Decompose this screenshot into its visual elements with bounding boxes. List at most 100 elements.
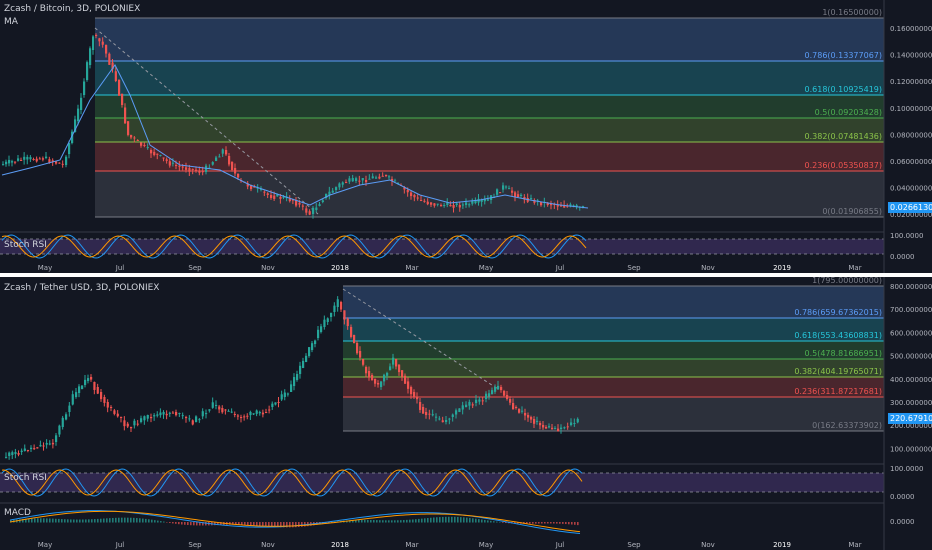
macd-histogram-bar [577,522,579,526]
btc-candle [263,191,266,193]
macd-histogram-bar [244,522,246,525]
macd-label[interactable]: MACD [4,508,31,518]
usd-candle [113,410,116,414]
usd-y-tick: 500.00000000 [890,353,932,361]
btc-candle [331,190,334,193]
usd-candle [566,426,569,428]
macd-histogram-bar [571,522,573,525]
usd-candle [401,370,404,378]
usd-candle [218,406,221,410]
usd-candle [143,416,146,421]
usd-chart-canvas[interactable]: 1(795.00000000) 0.786(659.67362015) 0.618(… [0,277,932,550]
usd-candle [280,394,283,400]
usd-candle [286,393,290,395]
usd-candle [178,413,181,415]
btc-candle [89,48,92,65]
usd-candle [201,411,204,417]
btc-candle [92,36,95,50]
btc-y-tick: 0.10000000 [890,105,932,113]
btc-candle [420,200,423,201]
btc-candle [124,107,127,124]
usd-x-tick: 2018 [331,541,349,549]
btc-stoch-rsi-label[interactable]: Stoch RSI [4,240,47,250]
usd-x-tick: Mar [848,541,861,549]
usd-candle [45,442,48,445]
usd-candle [123,420,126,427]
usd-candle [162,411,165,415]
usd-candle [548,426,551,428]
macd-histogram-bar [256,522,258,526]
macd-histogram-bar [112,517,114,523]
macd-histogram-bar [565,522,567,525]
btc-candle [201,171,204,173]
macd-histogram-bar [253,522,255,526]
btc-candle [273,195,276,199]
btc-fib-label-0.382: 0.382(0.07481436) [805,132,883,141]
btc-candle [279,196,282,199]
usd-candle [26,450,30,451]
btc-candle [11,161,14,163]
btc-candle [430,202,433,205]
macd-histogram-bar [163,521,165,523]
btc-candle [68,142,71,154]
macd-histogram-bar [103,518,105,523]
macd-histogram-bar [400,520,402,523]
btc-candle [101,41,104,45]
btc-x-tick: Mar [405,264,418,272]
btc-candle [181,166,184,168]
usd-candle [96,387,99,394]
btc-candle [318,204,321,206]
usd-candle [494,386,497,392]
btc-candle [440,205,443,207]
btc-candle [465,202,468,205]
macd-histogram-bar [574,522,576,525]
usd-candle [481,400,484,402]
btc-candle [29,157,32,160]
usd-candle [110,407,113,408]
usd-chart-panel[interactable]: 1(795.00000000) 0.786(659.67362015) 0.618(… [0,277,932,550]
usd-candle [506,395,509,400]
btc-x-tick: Jul [115,264,125,272]
btc-candle [388,176,391,178]
macd-histogram-bar [49,518,51,523]
macd-histogram-bar [379,520,381,523]
btc-candle [127,121,130,135]
usd-candle [488,393,491,397]
macd-histogram-bar [457,516,459,523]
usd-candle [311,343,314,350]
usd-candle [441,420,444,423]
btc-candle [178,165,181,167]
macd-histogram-bar [298,522,300,527]
usd-x-tick: Sep [188,541,202,549]
usd-candle [11,452,14,455]
btc-x-tick: Mar [848,264,861,272]
btc-candle [348,178,351,182]
usd-candle [398,364,401,373]
btc-candle [162,157,165,159]
btc-candle [185,167,188,170]
usd-candle [530,417,533,420]
btc-candle [118,80,121,96]
btc-candle [433,203,436,206]
macd-histogram-bar [472,518,474,523]
usd-candle [518,409,521,413]
usd-x-tick: Jul [115,541,125,549]
btc-candle [32,159,35,160]
usd-candle [521,410,524,412]
usd-candle [283,392,286,397]
usd-rsi-tick-high: 100.0000 [890,465,923,473]
usd-stoch-rsi-label[interactable]: Stoch RSI [4,473,47,483]
btc-chart-panel[interactable]: 1(0.16500000) 0.786(0.13377067) 0.618(0.10… [0,0,932,273]
macd-histogram-bar [148,519,150,523]
usd-candle [293,377,296,386]
usd-candle [23,448,26,451]
btc-candle [410,192,413,197]
ma-indicator-label[interactable]: MA [4,17,18,27]
usd-candle [536,420,539,422]
macd-histogram-bar [394,520,396,523]
btc-candle [394,180,397,182]
usd-candle [233,414,236,415]
macd-histogram-bar [358,519,360,523]
usd-candle [61,417,64,427]
btc-chart-canvas[interactable]: 1(0.16500000) 0.786(0.13377067) 0.618(0.10… [0,0,932,273]
